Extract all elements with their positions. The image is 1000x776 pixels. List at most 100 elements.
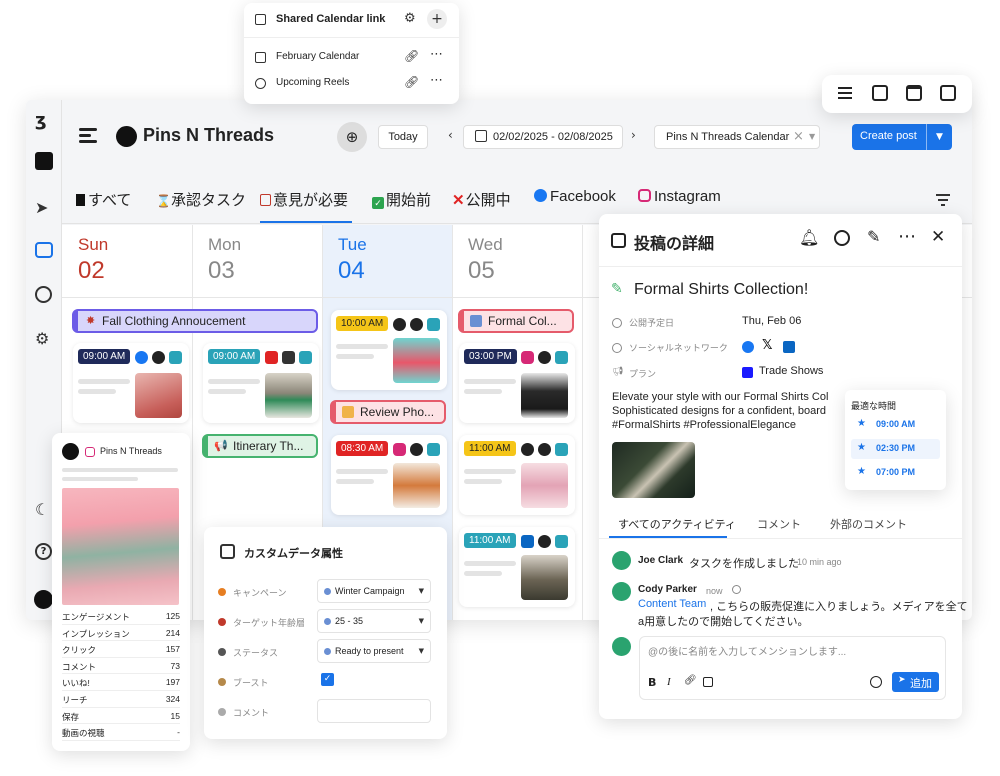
placeholder-line [336, 344, 388, 349]
workspace-avatar [116, 126, 137, 147]
best-time-item[interactable]: ★ 09:00 AM [851, 415, 940, 435]
custom-data-label: キャンペーン [233, 588, 287, 598]
brand-badge-icon[interactable] [35, 152, 53, 170]
account-avatar[interactable] [34, 590, 53, 609]
placeholder-line [336, 469, 388, 474]
tab-facebook[interactable]: Facebook [534, 188, 616, 205]
event-itinerary[interactable]: 📢 Itinerary Th... [202, 434, 318, 458]
account-avatar [62, 443, 79, 460]
link-icon[interactable]: 🔗︎ [404, 75, 419, 89]
best-time-value: 07:00 PM [876, 467, 916, 477]
day-name-mon: Mon [208, 235, 242, 254]
add-comment-button[interactable]: ➤ 追加 [892, 672, 939, 692]
week-view-icon[interactable] [906, 85, 922, 101]
best-time-item[interactable]: ★ 02:30 PM [851, 439, 940, 459]
custom-data-select[interactable]: Winter Campaign ▼ [317, 579, 431, 603]
dark-mode-icon[interactable]: ☾ [35, 500, 49, 519]
prev-week-icon[interactable]: ‹ [448, 128, 453, 142]
brand-logo-icon[interactable]: ʒ [35, 110, 47, 131]
post-card-wed-3[interactable]: 11:00 AM [459, 527, 575, 607]
mention-link[interactable]: Content Team [638, 598, 706, 610]
tab-approval[interactable]: ⌛承認タスク [156, 189, 246, 210]
create-post-button[interactable]: Create post ▼ [852, 124, 952, 150]
tab-all-activity[interactable]: すべてのアクティビティ [618, 516, 736, 532]
comment-box[interactable]: @の後に名前を入力してメンションします... B I 🔗︎ ➤ 追加 [639, 636, 946, 700]
event-fall-clothing[interactable]: ✸ Fall Clothing Annoucement [72, 309, 318, 333]
tab-external-comments[interactable]: 外部のコメント [830, 516, 907, 532]
today-button[interactable]: Today [378, 125, 428, 149]
add-comment-label: 追加 [910, 678, 932, 690]
filter-icon[interactable] [936, 194, 950, 206]
link-icon[interactable]: 🔗︎ [684, 675, 697, 686]
help-icon[interactable]: ? [35, 543, 52, 560]
post-card-wed-1[interactable]: 03:00 PM [459, 343, 575, 423]
globe-icon[interactable] [870, 676, 882, 688]
chevron-down-icon: ▼ [418, 587, 424, 595]
send-icon[interactable]: ➤ [35, 198, 48, 217]
popup-item-reels[interactable]: Upcoming Reels 🔗︎ ⋯ [244, 73, 459, 94]
event-review-photo[interactable]: Review Pho... [330, 400, 446, 424]
tab-comments[interactable]: コメント [757, 516, 801, 532]
tab-all-label: すべて [88, 192, 132, 209]
stat-row: リーチ 324 [62, 691, 180, 708]
custom-data-select[interactable]: Ready to present ▼ [317, 639, 431, 663]
event-formal-collection[interactable]: Formal Col... [458, 309, 574, 333]
globe-button[interactable]: ⊕ [337, 122, 367, 152]
post-card-mon[interactable]: 09:00 AM [203, 343, 319, 423]
best-time-title: 最適な時間 [851, 401, 897, 411]
more-icon[interactable]: ⋯ [430, 47, 443, 62]
best-time-value: 02:30 PM [876, 443, 916, 453]
scheduled-view-icon[interactable] [940, 85, 956, 101]
globe-icon[interactable] [834, 230, 850, 246]
calendar-select[interactable]: Pins N Threads Calendar × ▼ [654, 125, 820, 149]
italic-icon[interactable]: I [667, 676, 671, 688]
best-time-item[interactable]: ★ 07:00 PM [851, 463, 940, 483]
post-card-sun[interactable]: 09:00 AM [73, 343, 189, 423]
post-card-tue-1[interactable]: 10:00 AM [331, 310, 447, 390]
comment-input[interactable]: @の後に名前を入力してメンションします... [648, 643, 846, 658]
tab-needs-feedback[interactable]: 意見が必要 [260, 189, 348, 210]
boost-checkbox[interactable]: ✓ [321, 673, 334, 686]
add-icon[interactable]: + [427, 9, 447, 29]
tab-all[interactable]: すべて [76, 189, 131, 210]
comment-field[interactable] [317, 699, 431, 723]
hamburger-menu-icon[interactable] [79, 128, 97, 143]
day-view-icon[interactable] [872, 85, 888, 101]
edit-icon[interactable]: ✎ [867, 227, 880, 246]
date-range-picker[interactable]: 02/02/2025 - 02/08/2025 [463, 125, 623, 149]
inbox-icon[interactable] [35, 242, 53, 258]
post-media-thumbnail[interactable] [612, 442, 695, 498]
clear-icon[interactable]: × [793, 129, 804, 144]
bold-icon[interactable]: B [648, 676, 656, 689]
tab-not-started[interactable]: ✓ 開始前 [372, 189, 431, 210]
link-icon[interactable]: 🔗︎ [404, 49, 419, 63]
image-icon[interactable] [703, 677, 713, 687]
tab-instagram[interactable]: Instagram [638, 188, 721, 205]
popup-item-february[interactable]: February Calendar 🔗︎ ⋯ [244, 47, 459, 68]
create-post-dropdown-icon[interactable]: ▼ [926, 124, 952, 150]
custom-data-select[interactable]: 25 - 35 ▼ [317, 609, 431, 633]
bell-icon[interactable]: 🔔︎ [799, 228, 819, 247]
analytics-icon[interactable] [35, 286, 52, 303]
settings-icon[interactable]: ⚙ [35, 329, 49, 348]
post-card-wed-2[interactable]: 11:00 AM [459, 435, 575, 515]
tab-published[interactable]: ✕公開中 [452, 189, 511, 210]
stat-label: インプレッション [62, 628, 130, 639]
more-icon[interactable]: ⋯ [898, 226, 916, 247]
post-card-tue-2[interactable]: 08:30 AM [331, 435, 447, 515]
instagram-icon [638, 189, 651, 202]
chevron-down-icon[interactable]: ▼ [809, 132, 815, 141]
more-icon[interactable]: ⋯ [430, 73, 443, 88]
star-icon: ★ [857, 418, 866, 429]
stat-row: いいね! 197 [62, 674, 180, 691]
facebook-icon [135, 351, 148, 364]
gear-icon[interactable]: ⚙ [404, 11, 416, 26]
commenter-avatar [612, 637, 631, 656]
close-icon[interactable]: ✕ [931, 227, 945, 247]
instagram-post-card[interactable]: Pins N Threads エンゲージメント 125 インプレッション 214 クリッ… [52, 433, 190, 751]
placeholder-line [208, 389, 246, 394]
star-icon [218, 588, 226, 596]
list-view-icon[interactable] [838, 87, 852, 99]
activity1-time: 10 min ago [797, 557, 842, 567]
next-week-icon[interactable]: › [631, 128, 636, 142]
